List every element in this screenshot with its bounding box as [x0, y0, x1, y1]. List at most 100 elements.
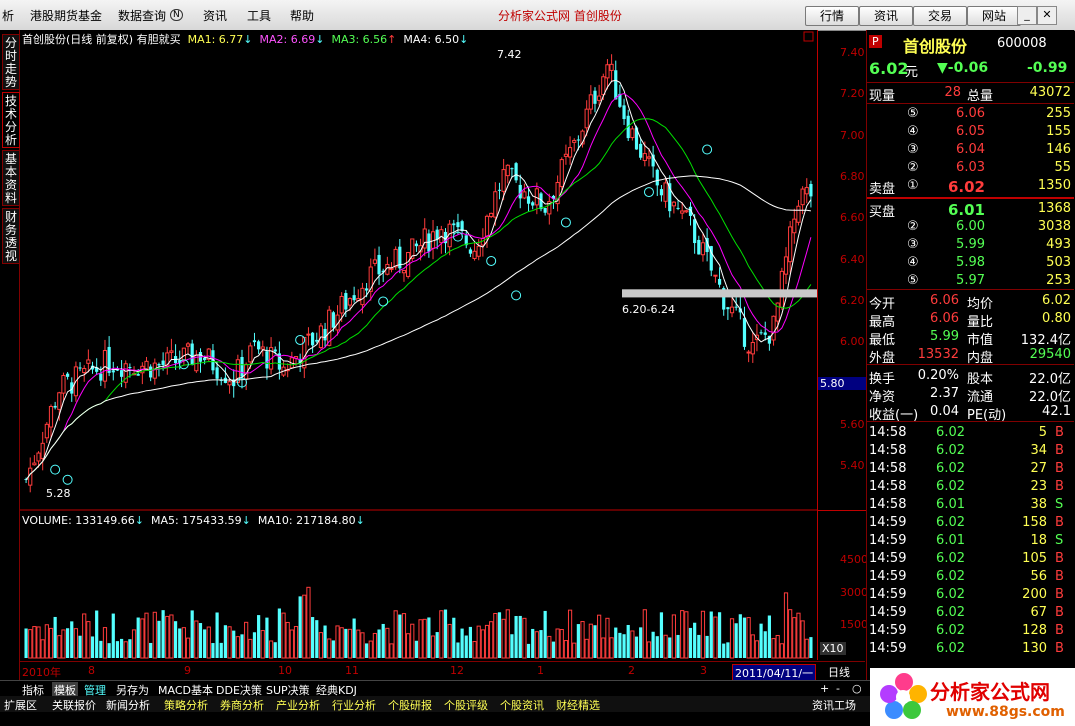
candle-body	[53, 405, 57, 408]
candle-body	[472, 250, 477, 260]
candle-body	[203, 357, 207, 361]
candle-body	[347, 298, 353, 306]
tab-stock-report[interactable]: 个股研报	[388, 697, 432, 713]
volume-bar	[480, 629, 485, 659]
candle-body	[497, 189, 502, 191]
menu-item-news[interactable]: 资讯	[203, 7, 227, 24]
tick-side: S	[1055, 497, 1064, 512]
volume-bar	[356, 629, 361, 659]
menu-item-analysis[interactable]: 析	[2, 7, 14, 24]
candle-body	[99, 373, 103, 381]
volume-bar	[697, 634, 701, 658]
candle-body	[44, 423, 49, 439]
kline-chart[interactable]	[20, 30, 817, 660]
period-label[interactable]: 日线	[828, 664, 850, 680]
buy-price: 5.99	[956, 237, 985, 252]
candle-body	[86, 359, 91, 364]
volume-bar	[152, 611, 157, 659]
candle-body	[646, 156, 652, 159]
date-tick: 9	[184, 664, 191, 677]
quote-row: 14:59 6.02 158 B	[867, 514, 1074, 532]
volume-bar	[78, 635, 82, 658]
volume-bar	[327, 638, 332, 659]
candle-body	[493, 191, 498, 218]
menu-item-tools[interactable]: 工具	[247, 7, 271, 24]
date-tick: 8	[88, 664, 95, 677]
tab-technical[interactable]: 技术分析	[2, 92, 20, 148]
volume-bar	[551, 641, 556, 658]
candle-body	[676, 207, 680, 209]
tab-stock-rating[interactable]: 个股评级	[444, 697, 488, 713]
add-icon[interactable]: +	[820, 682, 829, 695]
tab-strategy[interactable]: 策略分析	[164, 697, 208, 713]
news-button[interactable]: 资讯	[859, 6, 913, 26]
tab-sector[interactable]: 行业分析	[332, 697, 376, 713]
volume-bar	[194, 620, 199, 659]
minus-icon[interactable]: -	[836, 682, 840, 695]
volume-bar	[265, 617, 269, 658]
candle-body	[311, 332, 315, 346]
kline-chart-area[interactable]	[20, 30, 817, 660]
candle-body	[149, 366, 153, 378]
volume-bar	[655, 636, 659, 658]
volume-bar	[298, 596, 302, 658]
tab-info-workshop[interactable]: 资讯工场	[812, 697, 856, 713]
quote-row: 14:59 6.02 67 B	[867, 604, 1074, 622]
menu-item-hk-futures[interactable]: 港股期货基金	[30, 7, 102, 24]
volume-bar	[684, 611, 689, 659]
volume-bar	[555, 628, 560, 659]
candle-body	[593, 90, 597, 104]
volume-bar	[277, 608, 281, 658]
stat-value: 2.37	[930, 386, 959, 401]
trade-button[interactable]: 交易	[913, 6, 967, 26]
last-price: 6.02	[869, 59, 909, 78]
volume-bar	[131, 629, 137, 659]
volume-bar	[140, 618, 145, 659]
tab-financials[interactable]: 财务透视	[2, 208, 20, 264]
volume-bar	[285, 621, 290, 659]
candle-body	[40, 442, 45, 460]
tab-fundamentals[interactable]: 基本资料	[2, 150, 20, 206]
tick-time: 14:58	[869, 443, 907, 458]
website-button[interactable]: 网站	[967, 6, 1021, 26]
level-index: ③	[907, 237, 919, 252]
total-volume: 43072	[1029, 85, 1071, 100]
volume-bar	[73, 628, 79, 659]
volume-bar	[40, 639, 45, 659]
volume-bar	[352, 618, 356, 658]
menu-item-help[interactable]: 帮助	[290, 7, 314, 24]
candle-body	[227, 381, 232, 386]
candle-body	[136, 374, 140, 376]
tab-intraday[interactable]: 分时走势	[2, 34, 20, 90]
tab-news-analysis[interactable]: 新闻分析	[106, 697, 150, 713]
reset-icon[interactable]: ○	[852, 682, 862, 695]
tick-price: 6.02	[936, 641, 965, 656]
volume-bar	[331, 640, 335, 658]
tab-industry-chain[interactable]: 产业分析	[276, 697, 320, 713]
tab-finance-select[interactable]: 财经精选	[556, 697, 600, 713]
volume-bar	[293, 626, 299, 659]
candle-body	[323, 328, 327, 341]
candle-body	[697, 239, 701, 255]
candle-body	[468, 249, 473, 254]
candle-body	[315, 339, 319, 342]
minimize-icon[interactable]: _	[1017, 6, 1037, 25]
menu-item-data-query[interactable]: 数据查询	[118, 7, 166, 24]
candle-body	[734, 306, 738, 308]
quote-row: 14:59 6.02 130 B	[867, 640, 1074, 658]
volume-bar	[385, 627, 390, 659]
tab-stock-news[interactable]: 个股资讯	[500, 697, 544, 713]
candle-body	[788, 226, 793, 263]
level-index: ③	[907, 142, 919, 157]
price-tick: 6.20	[840, 294, 865, 307]
tab-related-quotes[interactable]: 关联报价	[52, 697, 96, 713]
buy-volume: 503	[1046, 255, 1071, 270]
quote-button[interactable]: 行情	[805, 6, 859, 26]
tab-broker[interactable]: 券商分析	[220, 697, 264, 713]
candle-body	[152, 362, 157, 379]
close-icon[interactable]: ✕	[1037, 6, 1057, 25]
tab-extension[interactable]: 扩展区	[4, 697, 37, 713]
candle-body	[389, 267, 394, 270]
tick-price: 6.02	[936, 443, 965, 458]
volume-bar	[344, 628, 348, 658]
